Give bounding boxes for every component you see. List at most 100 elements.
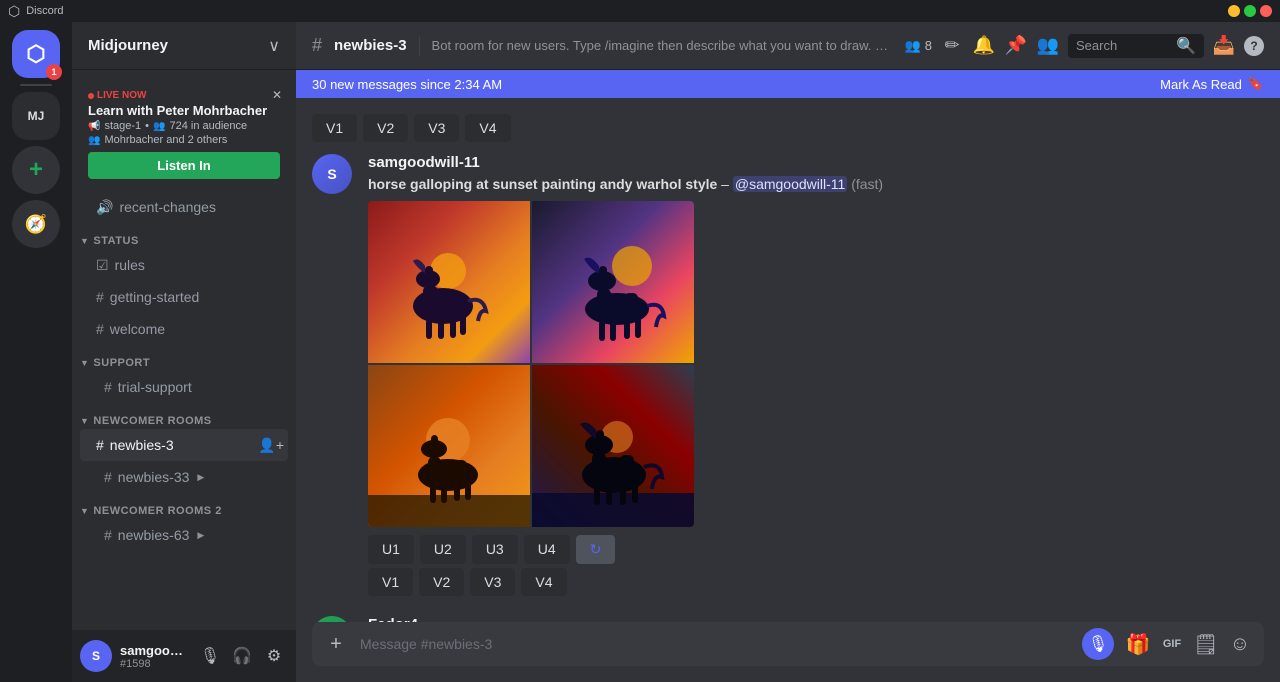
- edit-button[interactable]: ✏: [940, 34, 964, 58]
- add-server-button[interactable]: +: [12, 146, 60, 194]
- hash-icon: #: [96, 321, 104, 337]
- hash-icon: #: [104, 379, 112, 395]
- add-member-icon[interactable]: 👤+: [258, 437, 284, 454]
- server-icon-discord[interactable]: ⬡ 1: [12, 30, 60, 78]
- live-dot: [88, 93, 94, 99]
- section-header-status[interactable]: ▼ status: [72, 231, 296, 249]
- v3-button[interactable]: V3: [470, 568, 515, 596]
- channel-item-recent-changes[interactable]: 🔊 recent-changes: [80, 191, 288, 223]
- emoji-button[interactable]: ☺: [1224, 628, 1256, 660]
- search-icon: 🔍: [1176, 36, 1196, 56]
- channel-item-newbies-33[interactable]: # newbies-33 ▶: [80, 461, 288, 493]
- message-input-box: + 🎙 🎁 GIF 🗒 ☺: [312, 622, 1264, 666]
- v1-button-top[interactable]: V1: [312, 114, 357, 142]
- close-button[interactable]: [1260, 5, 1272, 17]
- server-name: Midjourney: [88, 37, 168, 54]
- image-cell-3: [368, 365, 530, 527]
- v4-button[interactable]: V4: [521, 568, 566, 596]
- channel-list: ✕ LIVE NOW Learn with Peter Mohrbacher 📢…: [72, 70, 296, 630]
- chevron-icon: ▼: [80, 416, 89, 426]
- refresh-button[interactable]: ↻: [576, 535, 616, 564]
- u-buttons-row: U1 U2 U3 U4 ↻: [368, 535, 1264, 564]
- new-messages-banner[interactable]: 30 new messages since 2:34 AM Mark As Re…: [296, 70, 1280, 98]
- discord-logo: ⬡: [8, 3, 20, 20]
- titlebar-left: ⬡ Discord: [8, 3, 64, 20]
- channel-item-trial-support[interactable]: # trial-support: [80, 371, 288, 403]
- headphones-button[interactable]: 🎧: [228, 642, 256, 670]
- user-area: S samgoodw... #1598 🎙 🎧 ⚙: [72, 630, 296, 682]
- message-content-1: samgoodwill-11 horse galloping at sunset…: [368, 154, 1264, 600]
- mic-button[interactable]: 🎙: [196, 642, 224, 670]
- section-header-support[interactable]: ▼ SUPPORT: [72, 353, 296, 371]
- image-cell-1: [368, 201, 530, 363]
- notification-badge: 1: [46, 64, 62, 80]
- notifications-button[interactable]: 🔔: [972, 34, 996, 58]
- hash-icon: #: [96, 437, 104, 453]
- server-divider: [20, 84, 52, 86]
- minimize-button[interactable]: [1228, 5, 1240, 17]
- u3-button[interactable]: U3: [472, 535, 518, 564]
- channel-item-newbies-63[interactable]: # newbies-63 ▶: [80, 519, 288, 551]
- channel-item-getting-started[interactable]: # getting-started: [80, 281, 288, 313]
- user-info: samgoodw... #1598: [120, 643, 188, 670]
- pins-button[interactable]: 📌: [1004, 34, 1028, 58]
- channel-item-rules[interactable]: ☑ rules: [80, 249, 288, 281]
- section-header-newcomer-rooms[interactable]: ▼ NEWCOMER ROOMS: [72, 411, 296, 429]
- titlebar-controls: [1228, 5, 1272, 17]
- voice-button[interactable]: 🎙: [1082, 628, 1114, 660]
- inbox-button[interactable]: 📥: [1212, 34, 1236, 58]
- gift-button[interactable]: 🎁: [1122, 628, 1154, 660]
- search-input[interactable]: [1076, 38, 1170, 53]
- image-cell-2: [532, 201, 694, 363]
- server-icon-midjourney[interactable]: MJ: [12, 92, 60, 140]
- message-avatar-1: S: [312, 154, 352, 194]
- app-layout: ⬡ 1 MJ + 🧭 Midjourney ∨ ✕ LIVE NOW Learn: [0, 22, 1280, 682]
- v1-button[interactable]: V1: [368, 568, 413, 596]
- user-controls: 🎙 🎧 ⚙: [196, 642, 288, 670]
- header-divider: [419, 36, 420, 56]
- gif-button[interactable]: GIF: [1156, 628, 1188, 660]
- section-header-newcomer-rooms-2[interactable]: ▼ NEWCOMER ROOMS 2: [72, 501, 296, 519]
- live-close-button[interactable]: ✕: [272, 88, 282, 102]
- messages-area[interactable]: V1 V2 V3 V4 S samgoodwill-11 horse gallo…: [296, 98, 1280, 622]
- message-author-1: samgoodwill-11: [368, 154, 480, 171]
- username: samgoodw...: [120, 643, 188, 658]
- live-section: ✕ LIVE NOW Learn with Peter Mohrbacher 📢…: [80, 82, 288, 187]
- channel-header: # newbies-3 Bot room for new users. Type…: [296, 22, 1280, 70]
- u1-button[interactable]: U1: [368, 535, 414, 564]
- v4-button-top[interactable]: V4: [465, 114, 510, 142]
- help-button[interactable]: ?: [1244, 36, 1264, 56]
- u4-button[interactable]: U4: [524, 535, 570, 564]
- u2-button[interactable]: U2: [420, 535, 466, 564]
- live-users: 👥 Mohrbacher and 2 others: [88, 134, 280, 146]
- discover-servers-button[interactable]: 🧭: [12, 200, 60, 248]
- mark-as-read-button[interactable]: Mark As Read 🔖: [1160, 76, 1264, 92]
- app-title: Discord: [26, 5, 63, 17]
- server-sidebar: ⬡ 1 MJ + 🧭: [0, 22, 72, 682]
- speaker-icon: 🔊: [96, 199, 113, 216]
- discord-icon: ⬡: [26, 41, 45, 67]
- avatar: S: [80, 640, 112, 672]
- new-messages-text: 30 new messages since 2:34 AM: [312, 77, 502, 92]
- channel-item-welcome[interactable]: # welcome: [80, 313, 288, 345]
- mention-tag[interactable]: @samgoodwill-11: [733, 176, 847, 192]
- v2-button-top[interactable]: V2: [363, 114, 408, 142]
- checkbox-icon: ☑: [96, 257, 109, 274]
- listen-in-button[interactable]: Listen In: [88, 152, 280, 179]
- settings-button[interactable]: ⚙: [260, 642, 288, 670]
- members-icon: 👥: [905, 38, 921, 54]
- message-group-1: S samgoodwill-11 horse galloping at suns…: [312, 154, 1264, 600]
- voice-icon: 🎙: [1088, 634, 1108, 654]
- input-right-actions: 🎁 GIF 🗒 ☺: [1122, 628, 1256, 660]
- v3-button-top[interactable]: V3: [414, 114, 459, 142]
- v2-button[interactable]: V2: [419, 568, 464, 596]
- message-text-1: horse galloping at sunset painting andy …: [368, 175, 1264, 195]
- channel-item-newbies-3[interactable]: # newbies-3 👤+: [80, 429, 288, 461]
- message-input[interactable]: [360, 636, 1074, 652]
- sticker-button[interactable]: 🗒: [1190, 628, 1222, 660]
- add-button[interactable]: +: [320, 628, 352, 660]
- maximize-button[interactable]: [1244, 5, 1256, 17]
- server-header[interactable]: Midjourney ∨: [72, 22, 296, 70]
- image-grid-1: [368, 201, 694, 527]
- members-list-button[interactable]: 👥: [1036, 34, 1060, 58]
